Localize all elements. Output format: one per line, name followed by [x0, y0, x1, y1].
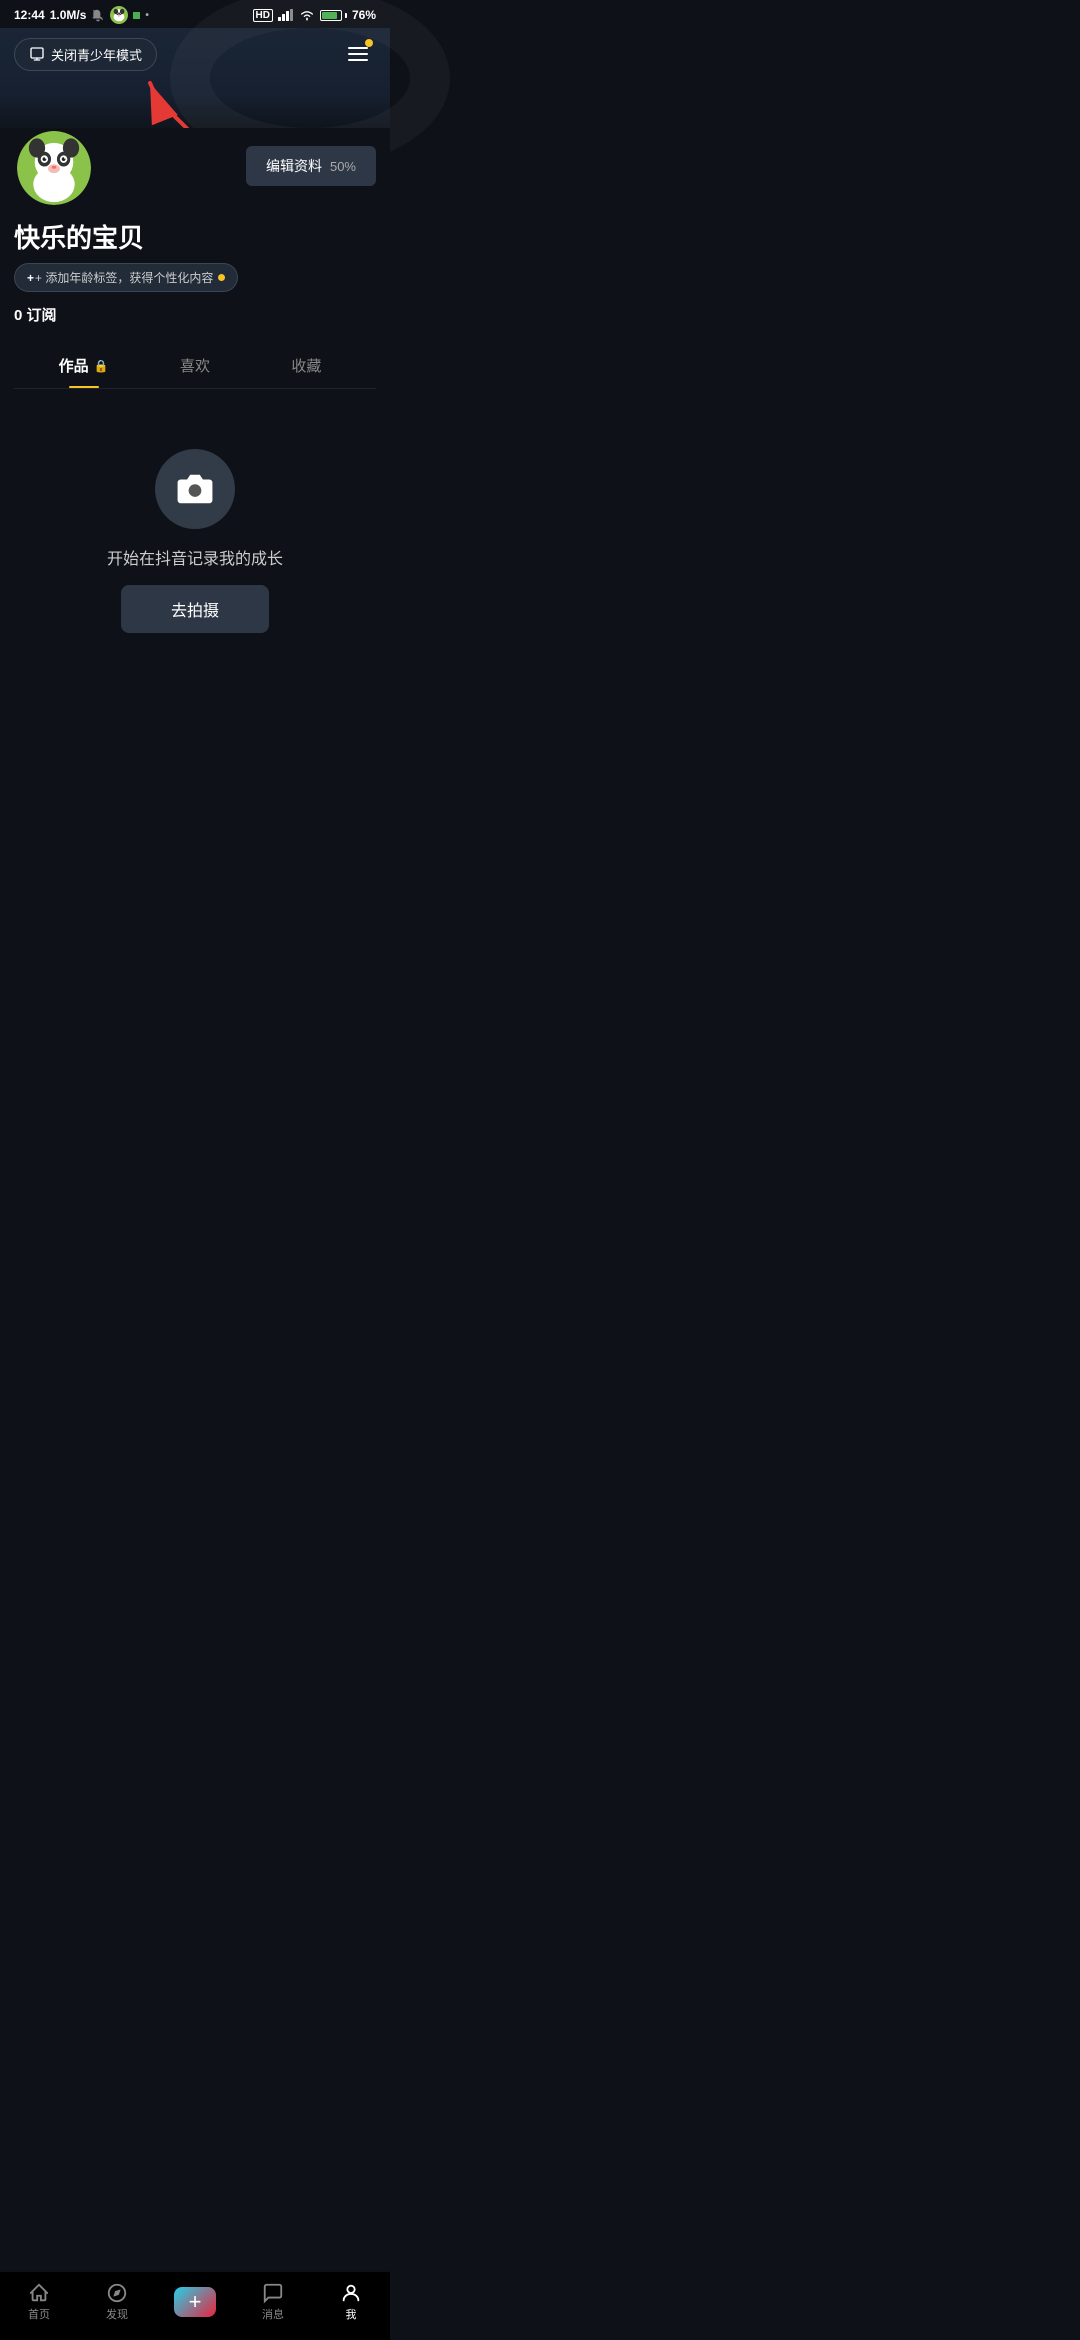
messages-icon — [262, 2282, 284, 2304]
nav-profile-label: 我 — [346, 2306, 357, 2322]
add-button[interactable]: + — [172, 2285, 218, 2319]
camera-icon — [176, 470, 214, 508]
menu-badge-dot — [365, 39, 373, 47]
empty-state-text: 开始在抖音记录我的成长 — [107, 545, 283, 569]
nav-add[interactable]: + — [156, 2285, 234, 2319]
age-tag-dot — [218, 274, 225, 281]
online-dot — [133, 12, 140, 19]
empty-state: 开始在抖音记录我的成长 去拍摄 — [0, 389, 390, 673]
notification-icon — [91, 8, 105, 22]
hamburger-icon — [348, 47, 368, 61]
youth-mode-label: 关闭青少年模式 — [51, 45, 142, 64]
nav-messages-label: 消息 — [262, 2306, 284, 2322]
tab-likes-label: 喜欢 — [180, 355, 210, 376]
tab-works-label: 作品 — [59, 355, 89, 376]
nav-home[interactable]: 首页 — [0, 2282, 78, 2322]
subscribe-number: 0 — [14, 307, 22, 324]
avatar-badge — [110, 6, 128, 24]
status-left: 12:44 1.0M/s • — [14, 6, 149, 24]
nav-profile[interactable]: 我 — [312, 2282, 390, 2322]
subscribe-count: 0 订阅 — [14, 304, 376, 325]
tab-works[interactable]: 作品 🔒 — [28, 345, 139, 388]
menu-button[interactable] — [340, 36, 376, 72]
lock-icon: 🔒 — [94, 359, 109, 373]
network-speed: 1.0M/s — [50, 8, 87, 22]
tab-favorites[interactable]: 收藏 — [251, 345, 362, 388]
avatar[interactable] — [14, 128, 94, 208]
nav-messages[interactable]: 消息 — [234, 2282, 312, 2322]
username: 快乐的宝贝 — [14, 218, 376, 255]
home-icon — [28, 2282, 50, 2304]
nav-home-label: 首页 — [28, 2306, 50, 2322]
youth-mode-icon — [29, 46, 45, 62]
edit-profile-button[interactable]: 编辑资料 50% — [246, 146, 376, 186]
tab-likes[interactable]: 喜欢 — [139, 345, 250, 388]
nav-discover[interactable]: 发现 — [78, 2282, 156, 2322]
bottom-nav: 首页 发现 + 消息 我 — [0, 2271, 390, 2340]
dot-separator: • — [145, 10, 149, 21]
shoot-button[interactable]: 去拍摄 — [121, 585, 269, 633]
edit-profile-label: 编辑资料 — [266, 156, 322, 176]
time: 12:44 — [14, 8, 45, 22]
subscribe-label: 订阅 — [27, 307, 57, 324]
profile-section: 编辑资料 50% 快乐的宝贝 + + 添加年龄标签，获得个性化内容 0 订阅 作… — [0, 128, 390, 389]
youth-mode-button[interactable]: 关闭青少年模式 — [14, 38, 157, 71]
profile-icon — [340, 2282, 362, 2304]
camera-circle — [155, 449, 235, 529]
profile-completion: 50% — [330, 159, 356, 174]
age-tag-button[interactable]: + + 添加年龄标签，获得个性化内容 — [14, 263, 238, 292]
discover-icon — [106, 2282, 128, 2304]
tab-favorites-label: 收藏 — [291, 355, 321, 376]
header-banner: 关闭青少年模式 — [0, 28, 390, 138]
tabs-bar: 作品 🔒 喜欢 收藏 — [14, 345, 376, 389]
add-icon: + — [189, 2291, 202, 2313]
nav-discover-label: 发现 — [106, 2306, 128, 2322]
age-tag-label: + 添加年龄标签，获得个性化内容 — [35, 269, 213, 286]
